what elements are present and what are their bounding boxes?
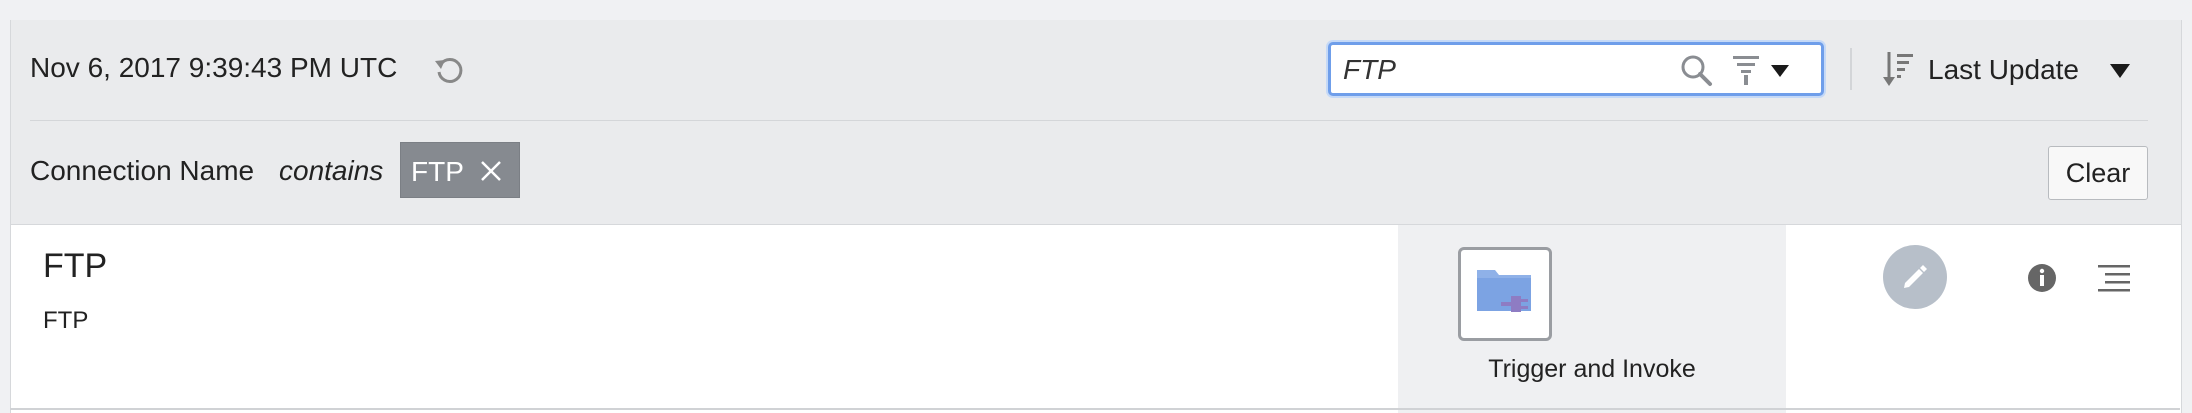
search-icon[interactable] bbox=[1679, 53, 1713, 87]
filter-criterion-field: Connection Name bbox=[30, 155, 255, 186]
close-icon[interactable] bbox=[479, 159, 503, 183]
hamburger-menu-icon[interactable] bbox=[2097, 263, 2131, 295]
toolbar-separator bbox=[30, 120, 2148, 121]
toolbar-divider bbox=[1850, 48, 1852, 90]
connection-identifier: FTP bbox=[43, 307, 89, 334]
filter-criterion-operator: contains bbox=[279, 155, 384, 186]
pencil-icon bbox=[1904, 265, 1927, 288]
clear-button[interactable]: Clear bbox=[2048, 146, 2148, 200]
row-bottom-border bbox=[10, 408, 2180, 410]
filter-icon[interactable] bbox=[1731, 53, 1761, 87]
connection-name[interactable]: FTP bbox=[43, 247, 107, 286]
sort-descending-icon[interactable] bbox=[1882, 50, 1916, 88]
last-refreshed-timestamp: Nov 6, 2017 9:39:43 PM UTC bbox=[30, 52, 398, 83]
chevron-down-icon[interactable] bbox=[1771, 65, 1789, 77]
edit-button[interactable] bbox=[1883, 245, 1947, 309]
filter-chip-value: FTP bbox=[411, 156, 464, 187]
search-input[interactable] bbox=[1341, 51, 1675, 89]
info-icon[interactable] bbox=[2027, 263, 2057, 293]
chevron-down-icon[interactable] bbox=[2110, 64, 2130, 78]
ftp-adapter-icon bbox=[1458, 247, 1552, 341]
connection-row[interactable]: FTP FTP Trigger and Invoke bbox=[10, 224, 2182, 413]
search-box[interactable] bbox=[1328, 42, 1824, 96]
filter-chip: FTP bbox=[400, 142, 520, 198]
sort-label[interactable]: Last Update bbox=[1928, 54, 2079, 86]
connection-role-cell: Trigger and Invoke bbox=[1398, 225, 1786, 413]
connection-role-label: Trigger and Invoke bbox=[1488, 355, 1696, 383]
refresh-icon[interactable] bbox=[432, 52, 466, 86]
